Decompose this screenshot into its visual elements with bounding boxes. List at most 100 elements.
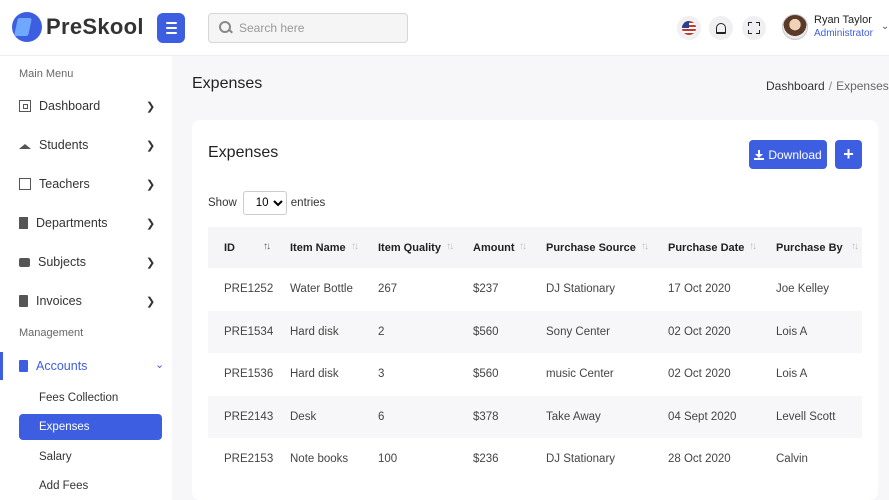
table-row: PRE2153 Note books 100 $236 DJ Stationar… [208,438,862,481]
column-header-amount[interactable]: Amount ↑↓ [457,227,530,268]
chevron-down-icon: ⌄ [880,21,889,32]
sidebar-item-accounts[interactable]: Accounts ⌄ [0,352,172,380]
expenses-card: Expenses Download + Show 10 entries ID ↑↓… [192,120,878,500]
column-header-purchase-source[interactable]: Purchase Source ↑↓ [530,227,652,268]
us-flag-icon [682,21,696,35]
column-header-item-quality[interactable]: Item Quality ↑↓ [362,227,457,268]
search-input[interactable] [239,21,399,35]
teacher-board-icon [19,178,31,190]
sidebar-subitem-add-fees[interactable]: Add Fees [19,473,162,499]
chevron-right-icon: ❯ [146,218,156,230]
cell-purchase-by: Calvin [776,453,808,466]
column-header-purchase-date[interactable]: Purchase Date ↑↓ [652,227,760,268]
cell-id: PRE1536 [224,368,274,381]
chevron-right-icon: ❯ [146,179,156,191]
cell-purchase-by: Levell Scott [760,395,862,438]
sidebar-item-label: Students [39,138,89,152]
add-expense-button[interactable]: + [835,140,862,169]
sidebar-item-label: Invoices [36,294,82,308]
sort-icon: ↑↓ [351,241,359,252]
expenses-table: ID ↑↓ Item Name ↑↓ Item Quality ↑↓ Amount ↑↓… [208,227,862,481]
column-header-id[interactable]: ID ↑↓ [208,227,274,268]
show-label: Show [208,197,237,209]
sidebar-item-subjects[interactable]: Subjects ❯ [0,248,172,276]
entries-select[interactable]: 10 [242,191,287,215]
chevron-right-icon: ❯ [146,257,156,269]
breadcrumb: Dashboard / Expenses [766,79,889,93]
sidebar-item-students[interactable]: Students ❯ [0,131,172,159]
sidebar-subitem-fees-collection[interactable]: Fees Collection [19,385,162,411]
user-menu[interactable]: Ryan Taylor Administrator ⌄ [782,13,889,40]
sidebar: Main Menu Dashboard ❯ Students ❯ Teacher… [0,56,172,500]
hamburger-icon-bar [165,27,177,29]
file-invoice-icon [19,360,28,372]
cell-amount: $560 [473,368,499,381]
language-button[interactable] [677,16,701,40]
cell-item-name: Desk [274,395,362,438]
column-header-purchase-by[interactable]: Purchase By ↑↓ [760,227,862,268]
sidebar-item-invoices[interactable]: Invoices ❯ [0,287,172,315]
table-row: PRE1536 Hard disk 3 $560 music Center 02… [208,353,862,396]
cell-purchase-source: Take Away [530,395,652,438]
dashboard-icon [19,100,31,112]
cell-item-name: Note books [290,453,349,466]
download-icon [754,149,765,160]
cell-purchase-source: music Center [546,368,614,381]
breadcrumb-separator: / [828,79,833,93]
hamburger-icon-bar [165,22,177,24]
card-title: Expenses [208,144,279,161]
cell-item-name: Hard disk [290,368,339,381]
logo-icon [12,12,42,42]
chevron-down-icon: ⌄ [155,359,165,371]
building-icon [19,217,28,229]
breadcrumb-dashboard-link[interactable]: Dashboard [766,79,825,93]
page-title: Expenses [192,75,263,92]
sidebar-subitem-expenses[interactable]: Expenses [19,414,162,440]
cell-purchase-by: Lois A [760,310,862,353]
sort-icon: ↑↓ [519,241,527,252]
user-role: Administrator [814,28,873,39]
sidebar-item-teachers[interactable]: Teachers ❯ [0,170,172,198]
sort-icon: ↑↓ [641,241,649,252]
entries-length-control: Show 10 entries [208,191,325,215]
cell-item-quality: 2 [362,310,457,353]
sort-icon: ↑↓ [263,241,271,252]
chevron-right-icon: ❯ [146,296,156,308]
breadcrumb-current: Expenses [836,79,889,93]
chevron-right-icon: ❯ [146,140,156,152]
cell-amount: $378 [457,395,530,438]
cell-id: PRE1534 [208,310,274,353]
brand-logo[interactable]: PreSkool [12,12,144,42]
column-header-item-name[interactable]: Item Name ↑↓ [274,227,362,268]
table-row: PRE1534 Hard disk 2 $560 Sony Center 02 … [208,310,862,353]
table-row: PRE1252 Water Bottle 267 $237 DJ Station… [208,268,862,311]
search-box [208,13,408,43]
cell-item-name: Water Bottle [290,283,353,296]
download-button[interactable]: Download [749,140,827,169]
sidebar-item-label: Teachers [39,177,90,191]
sidebar-item-departments[interactable]: Departments ❯ [0,209,172,237]
notifications-button[interactable] [709,16,733,40]
cell-purchase-date: 04 Sept 2020 [652,395,760,438]
sidebar-item-label: Accounts [36,359,88,373]
cell-id: PRE2153 [224,453,274,466]
cell-purchase-date: 28 Oct 2020 [668,453,731,466]
fullscreen-button[interactable] [742,16,766,40]
cell-item-quality: 267 [378,283,398,296]
cell-item-quality: 3 [378,368,385,381]
sort-icon: ↑↓ [749,241,757,252]
sort-icon: ↑↓ [446,241,454,252]
table-header-row: ID ↑↓ Item Name ↑↓ Item Quality ↑↓ Amount ↑↓… [208,227,862,268]
top-header: PreSkool Ryan Taylor Administrator ⌄ [0,0,889,56]
sidebar-item-dashboard[interactable]: Dashboard ❯ [0,92,172,120]
management-title: Management [19,327,84,339]
sidebar-toggle-button[interactable] [157,13,185,43]
cell-item-quality: 6 [362,395,457,438]
sidebar-item-label: Dashboard [39,99,101,113]
cell-item-name: Hard disk [274,310,362,353]
main-menu-title: Main Menu [19,68,74,80]
search-icon [219,21,233,35]
sidebar-subitem-salary[interactable]: Salary [19,444,162,470]
sort-icon: ↑↓ [851,241,859,252]
cell-purchase-source: DJ Stationary [546,453,616,466]
